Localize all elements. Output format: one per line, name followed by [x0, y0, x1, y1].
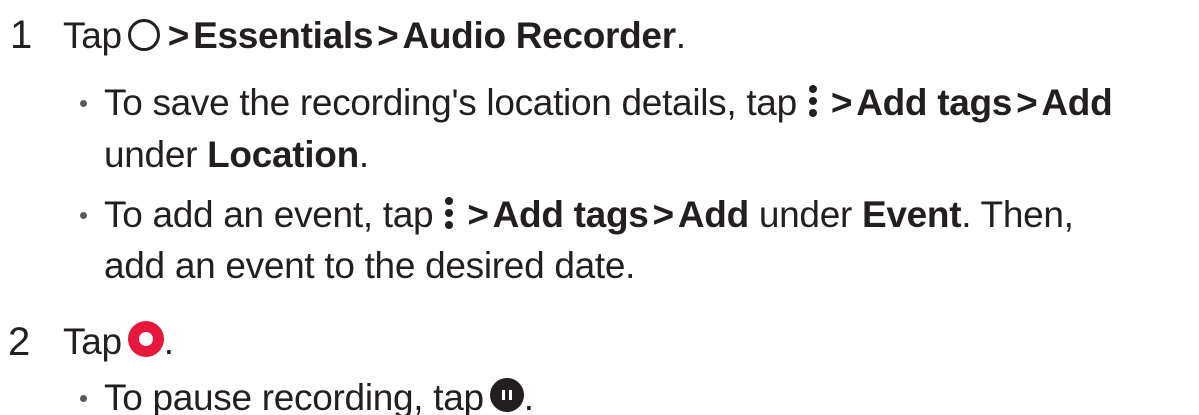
more-options-icon: [805, 83, 821, 119]
bullet-dot: [80, 395, 87, 402]
step-number: 2: [8, 320, 31, 364]
separator: >: [167, 15, 190, 56]
more-options-icon: [441, 195, 457, 231]
bullet-3-line-1: To pause recording, tap.: [104, 377, 534, 415]
add-label: Add: [677, 194, 749, 235]
tap-label: Tap: [63, 15, 122, 56]
bullet-2-line-1: To add an event, tap > Add tags > Add under …: [104, 196, 1074, 235]
separator: >: [1016, 82, 1038, 123]
period: .: [163, 321, 174, 362]
bullet-text: add an event to the desired date.: [104, 245, 636, 286]
add-label: Add: [1041, 82, 1113, 123]
home-circle-icon: [127, 19, 160, 52]
step-1-text: Tap > Essentials > Audio Recorder.: [63, 17, 686, 54]
separator: >: [830, 82, 853, 123]
under-text: under: [104, 134, 198, 175]
bullet-text: To add an event, tap: [104, 194, 434, 235]
period: .: [523, 377, 534, 415]
separator: >: [377, 15, 399, 56]
period: .: [358, 134, 369, 175]
then-text: . Then,: [961, 194, 1074, 235]
record-icon: [127, 321, 164, 358]
event-label: Event: [861, 194, 962, 235]
bullet-dot: [80, 100, 87, 107]
bullet-text: To pause recording, tap: [104, 377, 484, 415]
separator: >: [652, 194, 675, 235]
separator: >: [467, 194, 489, 235]
essentials-label: Essentials: [193, 15, 374, 56]
tap-label: Tap: [63, 321, 122, 362]
bullet-2-line-2: add an event to the desired date.: [104, 247, 635, 284]
bullet-dot: [80, 212, 87, 219]
step-number: 1: [10, 13, 33, 57]
under-text: under: [758, 194, 852, 235]
location-label: Location: [207, 134, 359, 175]
bullet-1-line-1: To save the recording's location details…: [104, 82, 1113, 123]
step-2-text: Tap.: [63, 321, 174, 362]
audio-recorder-label: Audio Recorder: [402, 15, 676, 56]
bullet-text: To save the recording's location details…: [104, 82, 797, 123]
add-tags-label: Add tags: [492, 194, 649, 235]
add-tags-label: Add tags: [856, 82, 1013, 123]
bullet-1-line-2: under Location.: [104, 136, 369, 173]
period: .: [675, 15, 686, 56]
pause-icon: [489, 378, 524, 413]
